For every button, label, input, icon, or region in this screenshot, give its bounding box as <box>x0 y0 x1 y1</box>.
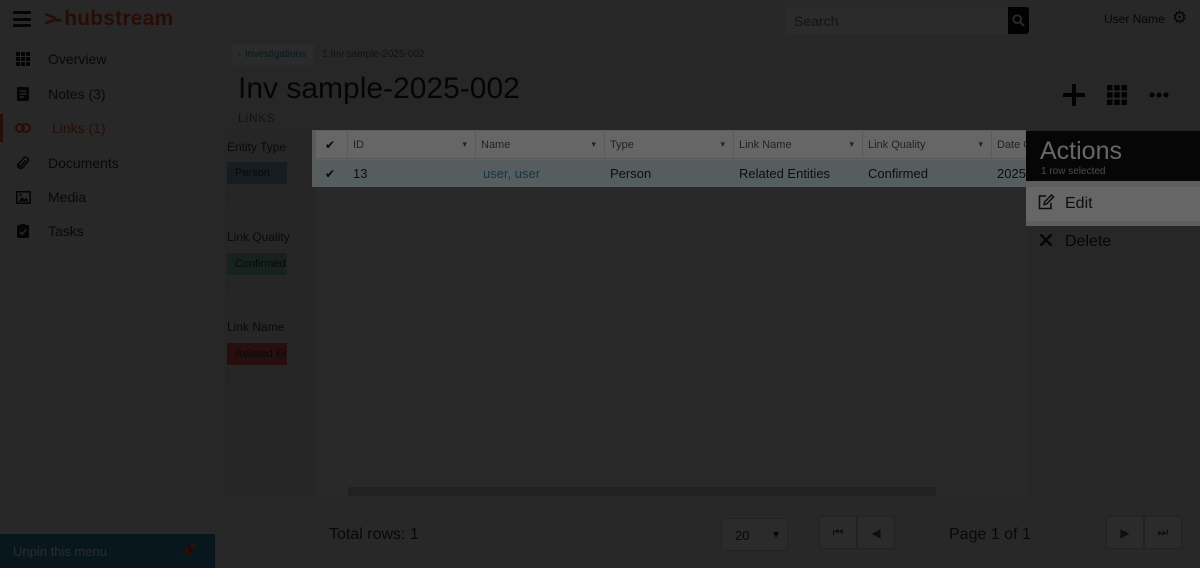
actions-title: Actions <box>1040 137 1122 165</box>
chevron-down-icon: ▾ <box>978 139 983 149</box>
filter-chip-entity-type[interactable]: Person <box>227 162 287 184</box>
actions-subtitle: 1 row selected <box>1041 166 1106 177</box>
cell-id: 13 <box>353 166 368 181</box>
search-icon <box>1012 14 1025 27</box>
close-icon <box>1036 233 1056 252</box>
sidebar-item-notes[interactable]: Notes (3) <box>0 77 215 111</box>
page-title: Inv sample-2025-002 <box>238 72 520 105</box>
unpin-menu-button[interactable]: Unpin this menu 📌 <box>0 534 215 568</box>
first-page-button[interactable]: ⏮ <box>819 516 857 549</box>
column-header-link-quality[interactable]: Link Quality ▾ <box>863 131 992 159</box>
sidebar-item-label: Media <box>48 189 87 205</box>
next-page-icon: ▶ <box>1120 525 1130 540</box>
paperclip-icon <box>15 155 31 171</box>
cell-type: Person <box>610 166 652 181</box>
cell-link-quality: Confirmed <box>868 166 928 181</box>
row-checkbox[interactable]: ✔ <box>316 160 348 187</box>
column-header-type[interactable]: Type ▾ <box>605 131 734 159</box>
actions-header: Actions 1 row selected <box>1026 131 1200 181</box>
hamburger-menu-icon[interactable] <box>13 11 31 27</box>
grid-footer: Total rows: 1 20 ▾ ⏮ ◀ Page 1 of 1 ▶ ⏭ <box>313 499 1200 568</box>
breadcrumb-item-investigations[interactable]: › Investigations <box>232 43 315 65</box>
column-header-date[interactable]: Date C <box>992 131 1027 159</box>
previous-page-button[interactable]: ◀ <box>857 516 895 549</box>
previous-page-icon: ◀ <box>871 525 881 540</box>
column-header-name[interactable]: Name ▾ <box>476 131 605 159</box>
grid-view-icon[interactable] <box>1102 80 1132 110</box>
sidebar-item-label: Links (1) <box>52 120 106 136</box>
rows-per-page-select[interactable]: 20 ▾ <box>721 518 788 551</box>
edit-action[interactable]: Edit <box>1026 187 1200 221</box>
unpin-label: Unpin this menu <box>13 543 107 559</box>
cell-name-link[interactable]: user, user <box>476 160 605 187</box>
divider <box>227 367 228 385</box>
page-info: Page 1 of 1 <box>949 526 1031 543</box>
more-options-icon[interactable] <box>1144 80 1174 110</box>
delete-label: Delete <box>1065 233 1112 250</box>
filter-label-link-quality: Link Quality <box>227 230 290 244</box>
chevron-down-icon: ▾ <box>772 527 779 541</box>
pin-icon: 📌 <box>180 543 197 558</box>
image-icon <box>15 189 31 205</box>
links-grid: ✔ ID ▾ Name ▾ Type ▾ Link Name ▾ Link Qualit… <box>316 131 1027 498</box>
filter-label-entity-type: Entity Type <box>227 140 287 154</box>
divider <box>227 277 228 295</box>
logo-text: hubstream <box>64 7 174 30</box>
filter-chip-link-name[interactable]: Related En <box>227 343 287 365</box>
logo-mark-icon: >- <box>44 6 62 31</box>
grid-icon <box>15 51 31 67</box>
column-header-id[interactable]: ID ▾ <box>348 131 476 159</box>
sidebar-item-media[interactable]: Media <box>0 180 215 214</box>
filter-panel: Entity Type Person Link Quality Confirme… <box>223 131 316 498</box>
filter-chip-link-quality[interactable]: Confirmed <box>227 253 287 275</box>
check-icon: ✔ <box>325 167 336 181</box>
filter-label-link-name: Link Name <box>227 320 285 334</box>
logo[interactable]: >- hubstream <box>44 6 173 32</box>
sidebar: Overview Notes (3) Links (1) Documents M… <box>0 40 215 568</box>
gear-icon[interactable]: ⚙ <box>1172 8 1187 28</box>
sidebar-item-tasks[interactable]: Tasks <box>0 214 215 248</box>
sidebar-item-label: Documents <box>48 155 119 171</box>
edit-icon <box>1036 193 1056 215</box>
sidebar-item-documents[interactable]: Documents <box>0 146 215 180</box>
link-icon <box>15 120 31 136</box>
first-page-icon: ⏮ <box>832 525 844 539</box>
edit-label: Edit <box>1065 195 1093 212</box>
select-all-checkbox[interactable]: ✔ <box>316 131 348 159</box>
divider <box>227 186 228 204</box>
grid-header: ✔ ID ▾ Name ▾ Type ▾ Link Name ▾ Link Qualit… <box>316 131 1027 159</box>
cell-date: 2025 <box>997 166 1026 181</box>
total-rows: Total rows: 1 <box>329 526 419 543</box>
sidebar-item-links[interactable]: Links (1) <box>0 111 215 145</box>
top-bar: >- hubstream User Name ⚙ <box>0 0 1200 40</box>
chevron-down-icon: ▾ <box>462 139 467 149</box>
search-input[interactable] <box>786 7 1008 34</box>
sidebar-item-label: Notes (3) <box>48 86 106 102</box>
delete-action[interactable]: Delete <box>1026 225 1200 259</box>
table-row[interactable]: ✔ 13 user, user Person Related Entities … <box>316 160 1027 187</box>
breadcrumb-item-current: 1 Inv sample-2025-002 <box>322 48 425 60</box>
search-button[interactable] <box>1008 7 1029 34</box>
next-page-button[interactable]: ▶ <box>1106 516 1144 549</box>
page-subtitle: LINKS <box>238 111 276 125</box>
sidebar-item-label: Tasks <box>48 223 84 239</box>
horizontal-scrollbar[interactable] <box>348 487 936 496</box>
chevron-down-icon: ▾ <box>591 139 596 149</box>
user-name[interactable]: User Name <box>1104 12 1165 26</box>
cell-link-name: Related Entities <box>739 166 831 181</box>
sidebar-item-label: Overview <box>48 51 107 67</box>
add-icon[interactable] <box>1059 80 1089 110</box>
breadcrumb: › Investigations 1 Inv sample-2025-002 <box>232 43 432 65</box>
check-icon: ✔ <box>325 138 336 152</box>
actions-panel: Actions 1 row selected Edit Delete <box>1026 131 1200 499</box>
task-icon <box>15 223 31 239</box>
last-page-icon: ⏭ <box>1157 525 1169 539</box>
note-icon <box>15 86 31 102</box>
chevron-down-icon: ▾ <box>720 139 725 149</box>
sidebar-item-overview[interactable]: Overview <box>0 42 215 76</box>
column-header-link-name[interactable]: Link Name ▾ <box>734 131 863 159</box>
chevron-right-icon: › <box>238 48 241 59</box>
last-page-button[interactable]: ⏭ <box>1144 516 1182 549</box>
chevron-down-icon: ▾ <box>849 139 854 149</box>
